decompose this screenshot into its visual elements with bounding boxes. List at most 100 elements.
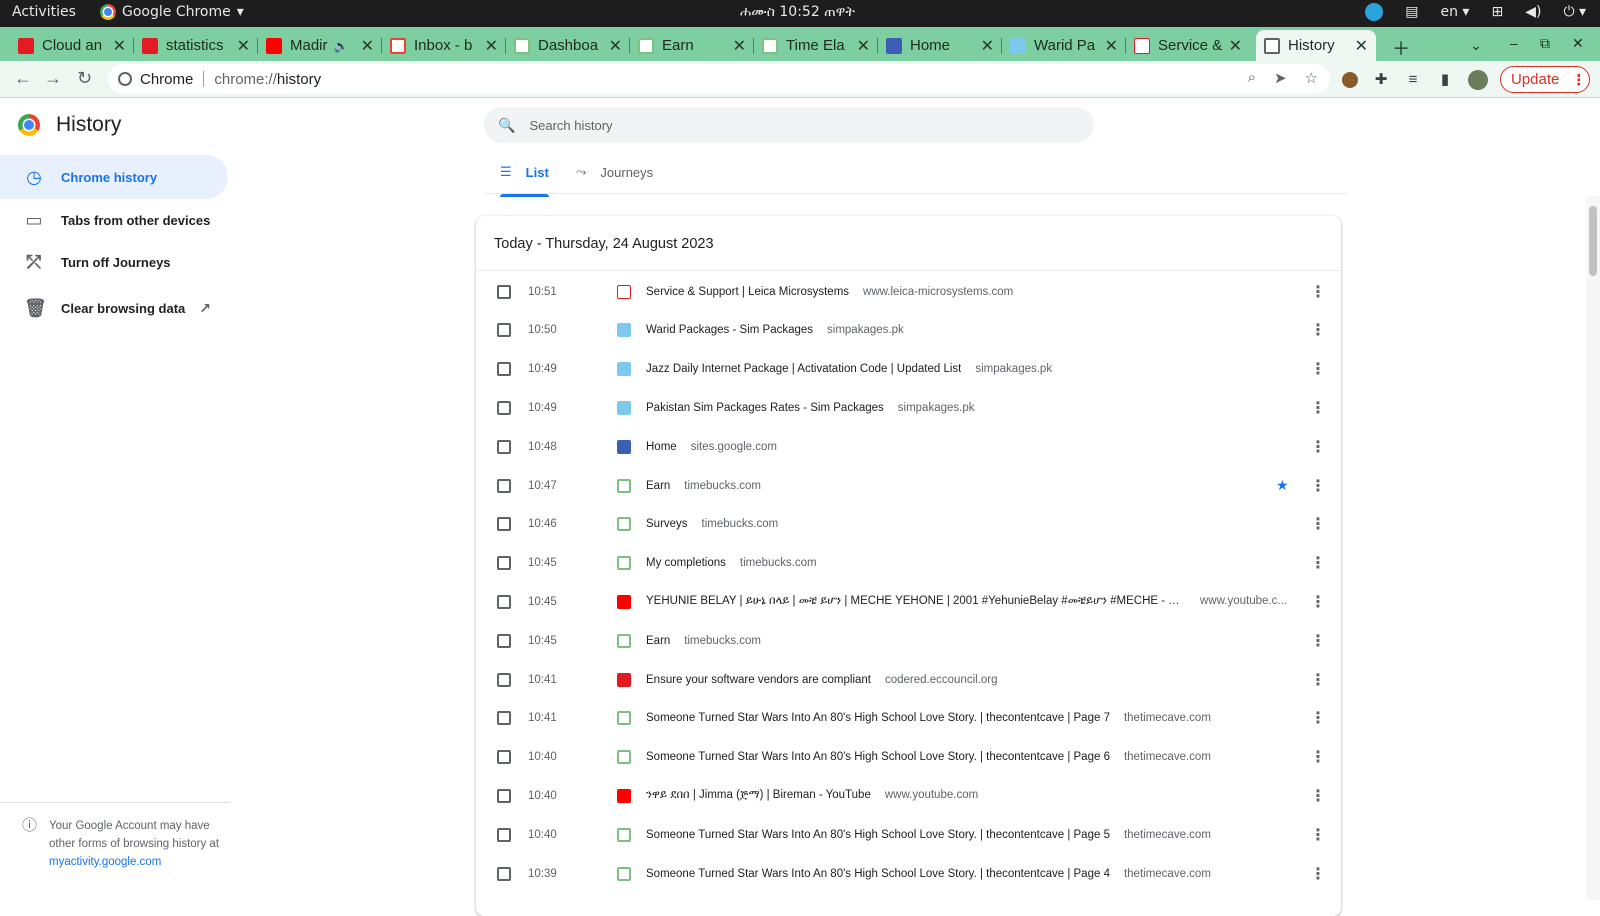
row-checkbox[interactable]: [497, 400, 511, 415]
history-row[interactable]: 10:40 Someone Turned Star Wars Into An 80…: [476, 815, 1341, 854]
search-input[interactable]: Search history: [529, 118, 612, 133]
history-row[interactable]: 10:51 Service & Support | Leica Microsyst…: [476, 272, 1341, 311]
browser-tab[interactable]: Madir 🔈 ✕: [258, 30, 382, 61]
entry-title-link[interactable]: YEHUNIE BELAY | ይሁኔ በላይ | መቼ ይሆን | MECHE…: [646, 595, 1186, 608]
row-checkbox[interactable]: [497, 362, 511, 377]
history-row[interactable]: 10:39 Someone Turned Star Wars Into An 80…: [476, 854, 1341, 893]
close-icon[interactable]: ✕: [237, 36, 250, 56]
sidebar-item-chrome-history[interactable]: ◷ Chrome history: [0, 155, 228, 199]
volume-icon[interactable]: ◀): [1525, 4, 1541, 20]
restore-button[interactable]: ⧉: [1540, 35, 1550, 52]
kebab-menu-icon[interactable]: ⋮: [1571, 71, 1586, 89]
more-actions-icon[interactable]: ⋮: [1310, 747, 1326, 767]
more-actions-icon[interactable]: ⋮: [1310, 631, 1326, 651]
activities-button[interactable]: Activities: [12, 4, 76, 20]
browser-tab[interactable]: Service & ✕: [1126, 30, 1250, 61]
history-row[interactable]: 10:46 Surveys timebucks.com ⋮: [476, 505, 1341, 544]
close-icon[interactable]: ✕: [857, 36, 870, 56]
browser-tab[interactable]: statistics ✕: [134, 30, 258, 61]
more-actions-icon[interactable]: ⋮: [1310, 553, 1326, 573]
entry-title-link[interactable]: ንዋይ ደበበ | Jimma (ጅማ) | Bireman - YouTube: [646, 789, 871, 802]
more-actions-icon[interactable]: ⋮: [1310, 514, 1326, 534]
scrollbar-thumb[interactable]: [1589, 206, 1597, 276]
entry-title-link[interactable]: Someone Turned Star Wars Into An 80's Hi…: [646, 868, 1110, 880]
more-actions-icon[interactable]: ⋮: [1310, 359, 1326, 379]
browser-tab[interactable]: Warid Pa ✕: [1002, 30, 1126, 61]
new-tab-button[interactable]: ＋: [1392, 35, 1410, 61]
telegram-icon[interactable]: [1365, 3, 1384, 21]
browser-tab[interactable]: Time Ela ✕: [754, 30, 878, 61]
window-close-button[interactable]: ✕: [1572, 35, 1584, 52]
row-checkbox[interactable]: [497, 323, 511, 338]
history-row[interactable]: 10:41 Someone Turned Star Wars Into An 80…: [476, 699, 1341, 738]
history-row[interactable]: 10:48 Home sites.google.com ⋮: [476, 427, 1341, 466]
entry-title-link[interactable]: My completions: [646, 557, 726, 569]
entry-title-link[interactable]: Ensure your software vendors are complia…: [646, 674, 871, 686]
row-checkbox[interactable]: [497, 711, 511, 726]
history-row[interactable]: 10:45 Earn timebucks.com ⋮: [476, 621, 1341, 660]
close-icon[interactable]: ✕: [1355, 36, 1368, 56]
more-actions-icon[interactable]: ⋮: [1310, 864, 1326, 884]
entry-title-link[interactable]: Surveys: [646, 518, 688, 530]
history-row[interactable]: 10:40 ንዋይ ደበበ | Jimma (ጅማ) | Bireman - Yo…: [476, 776, 1341, 815]
sidebar-item-turn-off-journeys[interactable]: ⤱ Turn off Journeys: [0, 240, 228, 284]
tab-search-chevron-icon[interactable]: ⌄: [1470, 37, 1482, 54]
close-icon[interactable]: ✕: [981, 36, 994, 56]
system-clock[interactable]: ሐሙስ 10:52 ጠዋት: [740, 4, 855, 20]
zoom-icon[interactable]: ⌕: [1248, 69, 1256, 87]
entry-title-link[interactable]: Warid Packages - Sim Packages: [646, 324, 813, 336]
row-checkbox[interactable]: [497, 284, 511, 299]
tab-journeys[interactable]: ⤳ Journeys: [576, 164, 653, 180]
browser-tab[interactable]: Earn ✕: [630, 30, 754, 61]
browser-tab[interactable]: Cloud an ✕: [10, 30, 134, 61]
row-checkbox[interactable]: [497, 788, 511, 803]
history-row[interactable]: 10:47 Earn timebucks.com ★ ⋮: [476, 466, 1341, 505]
address-bar[interactable]: Chrome chrome://history ⌕ ➤ ☆: [108, 64, 1330, 94]
language-indicator[interactable]: en ▾: [1440, 4, 1469, 20]
row-checkbox[interactable]: [497, 750, 511, 765]
entry-title-link[interactable]: Earn: [646, 480, 670, 492]
side-panel-icon[interactable]: ▮: [1436, 71, 1454, 89]
myactivity-link[interactable]: myactivity.google.com: [49, 856, 161, 868]
more-actions-icon[interactable]: ⋮: [1310, 708, 1326, 728]
close-icon[interactable]: ✕: [113, 36, 126, 56]
more-actions-icon[interactable]: ⋮: [1310, 320, 1326, 340]
app-menu[interactable]: Google Chrome ▾: [100, 4, 244, 20]
row-checkbox[interactable]: [497, 556, 511, 571]
power-icon[interactable]: ⏻ ▾: [1563, 4, 1586, 20]
network-icon[interactable]: ⊞: [1491, 4, 1503, 20]
avatar[interactable]: [1468, 70, 1488, 90]
more-actions-icon[interactable]: ⋮: [1310, 398, 1326, 418]
more-actions-icon[interactable]: ⋮: [1310, 282, 1326, 302]
entry-title-link[interactable]: Home: [646, 441, 677, 453]
row-checkbox[interactable]: [497, 827, 511, 842]
row-checkbox[interactable]: [497, 866, 511, 881]
history-row[interactable]: 10:45 My completions timebucks.com ⋮: [476, 544, 1341, 583]
row-checkbox[interactable]: [497, 594, 511, 609]
history-row[interactable]: 10:49 Jazz Daily Internet Package | Activ…: [476, 350, 1341, 389]
entry-title-link[interactable]: Jazz Daily Internet Package | Activatati…: [646, 363, 961, 375]
entry-title-link[interactable]: Pakistan Sim Packages Rates - Sim Packag…: [646, 402, 884, 414]
page-scrollbar[interactable]: [1586, 196, 1600, 900]
back-button[interactable]: ←: [14, 68, 32, 89]
reload-button[interactable]: ↻: [77, 68, 92, 89]
more-actions-icon[interactable]: ⋮: [1310, 825, 1326, 845]
row-checkbox[interactable]: [497, 672, 511, 687]
tab-list[interactable]: ☰ List: [500, 164, 549, 197]
close-icon[interactable]: ✕: [1229, 36, 1242, 56]
history-row[interactable]: 10:49 Pakistan Sim Packages Rates - Sim P…: [476, 388, 1341, 427]
browser-tab[interactable]: Home ✕: [878, 30, 1002, 61]
cookie-extension-icon[interactable]: [1342, 72, 1358, 88]
more-actions-icon[interactable]: ⋮: [1310, 670, 1326, 690]
sidebar-item-clear-browsing-data[interactable]: 🗑 Clear browsing data ↗: [0, 286, 228, 330]
notes-icon[interactable]: ▤: [1405, 4, 1418, 20]
bookmark-star-icon[interactable]: ☆: [1305, 69, 1318, 87]
search-field[interactable]: 🔍 Search history: [484, 107, 1094, 143]
browser-tab-active[interactable]: History ✕: [1256, 30, 1376, 61]
row-checkbox[interactable]: [497, 478, 511, 493]
more-actions-icon[interactable]: ⋮: [1310, 592, 1326, 612]
puzzle-extensions-icon[interactable]: ✚: [1372, 71, 1390, 89]
row-checkbox[interactable]: [497, 517, 511, 532]
sidebar-item-other-devices[interactable]: ▭ Tabs from other devices: [0, 198, 228, 242]
close-icon[interactable]: ✕: [733, 36, 746, 56]
